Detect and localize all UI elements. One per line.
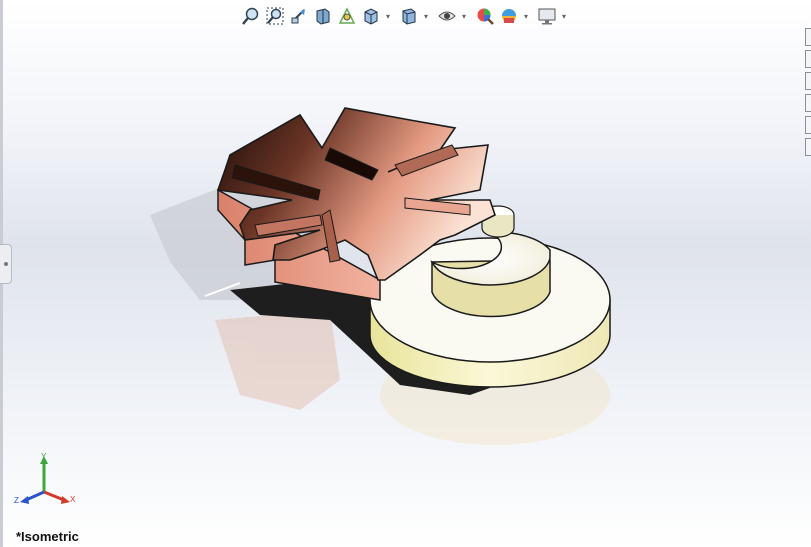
hide-show-items-dropdown[interactable]: ▾ xyxy=(460,5,468,27)
section-view-button[interactable] xyxy=(312,5,334,27)
view-settings-icon xyxy=(538,8,556,25)
view-orientation-button[interactable] xyxy=(360,5,382,27)
z-axis-label: Z xyxy=(14,496,19,505)
display-style-button[interactable] xyxy=(398,5,420,27)
apply-scene-dropdown[interactable]: ▾ xyxy=(522,5,530,27)
x-axis xyxy=(43,490,65,502)
view-orientation-label: *Isometric xyxy=(16,529,79,544)
apply-scene-icon xyxy=(502,9,516,23)
z-axis xyxy=(25,490,45,502)
zoom-to-fit-icon xyxy=(242,7,259,25)
x-axis-arrow-icon xyxy=(61,496,70,504)
previous-view-icon xyxy=(291,9,305,24)
display-style-icon xyxy=(402,8,416,25)
dynamic-annotation-views-button[interactable] xyxy=(336,5,358,27)
heads-up-view-toolbar: ▾ ▾ ▾ ▾ ▾ xyxy=(240,4,572,28)
dynamic-annotation-views-icon xyxy=(338,7,356,24)
zoom-to-area-icon xyxy=(266,7,284,25)
edit-appearance-button[interactable] xyxy=(474,5,496,27)
x-axis-label: X xyxy=(70,495,76,504)
zoom-to-fit-button[interactable] xyxy=(240,5,262,27)
view-orientation-dropdown[interactable]: ▾ xyxy=(384,5,392,27)
display-style-dropdown[interactable]: ▾ xyxy=(422,5,430,27)
edit-appearance-icon xyxy=(477,8,494,25)
view-settings-button[interactable] xyxy=(536,5,558,27)
hide-show-items-button[interactable] xyxy=(436,5,458,27)
y-axis-label: Y xyxy=(41,452,47,461)
previous-view-button[interactable] xyxy=(288,5,310,27)
zoom-to-area-button[interactable] xyxy=(264,5,286,27)
hide-show-items-icon xyxy=(438,11,456,21)
section-view-icon xyxy=(316,8,330,25)
view-orientation-icon xyxy=(364,8,378,25)
apply-scene-button[interactable] xyxy=(498,5,520,27)
z-axis-arrow-icon xyxy=(20,496,29,504)
reference-triad: Y X Z xyxy=(14,452,76,505)
view-settings-dropdown[interactable]: ▾ xyxy=(560,5,568,27)
graphics-area[interactable] xyxy=(0,0,811,547)
